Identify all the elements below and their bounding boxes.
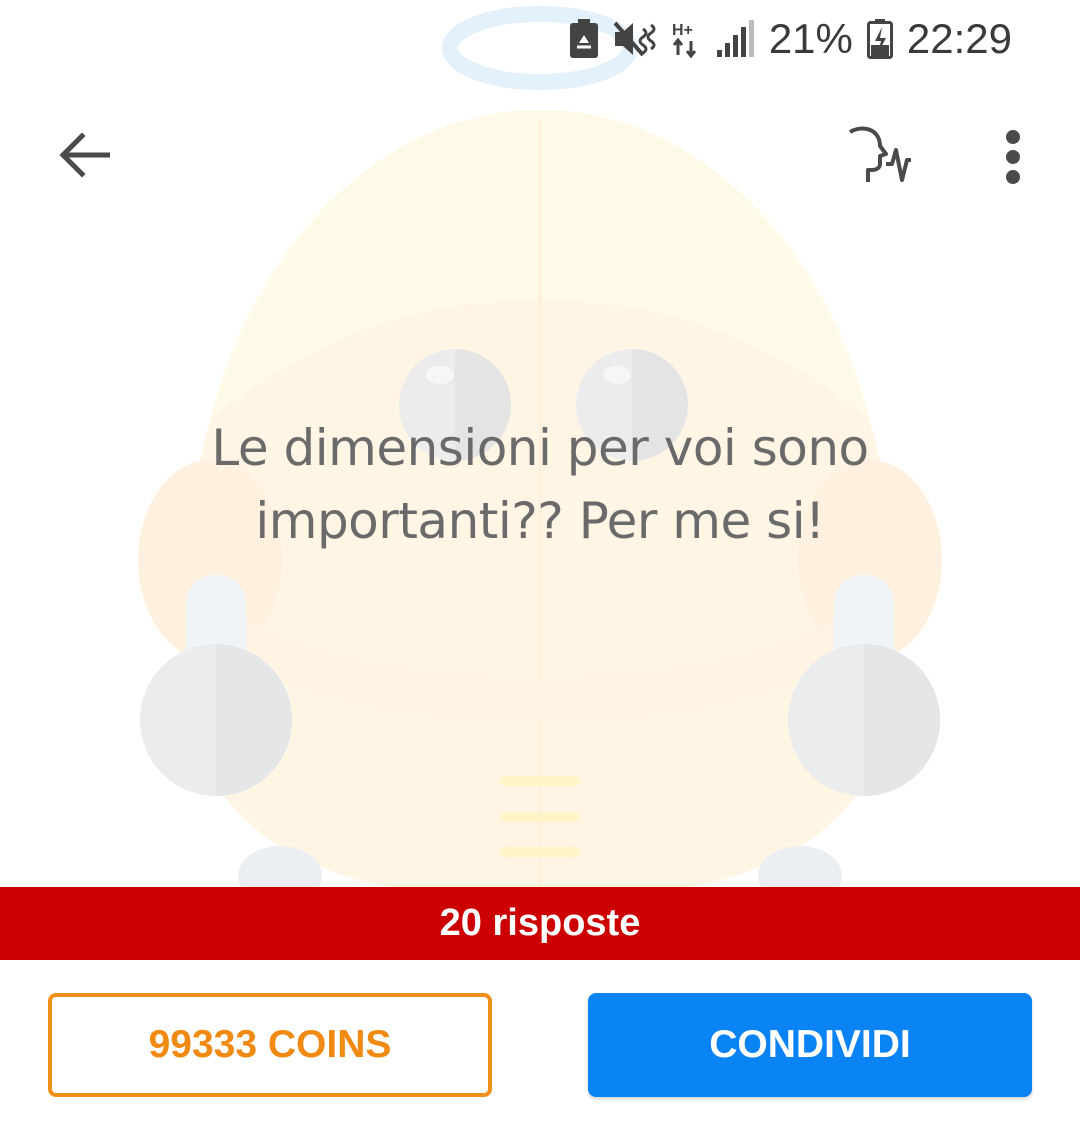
battery-percent: 21%: [768, 15, 853, 62]
coins-button[interactable]: 99333 COINS: [48, 993, 492, 1097]
share-button[interactable]: CONDIVIDI: [588, 993, 1032, 1097]
battery-charging-icon: [866, 19, 893, 59]
back-arrow-icon: [59, 132, 110, 178]
more-vertical-icon: [1006, 130, 1020, 184]
signal-icon: [716, 20, 754, 57]
status-bar: H+ 21% 22:29: [0, 0, 1080, 78]
app-screen: H+ 21% 22:29 Le dimensioni per voi sono …: [0, 0, 1080, 1123]
back-button[interactable]: [44, 112, 124, 198]
battery-saver-icon: [569, 19, 598, 58]
network-hplus-icon: H+: [672, 22, 696, 59]
voice-speak-icon: [849, 126, 911, 182]
more-options-button[interactable]: [980, 114, 1046, 200]
answers-count-bar[interactable]: 20 risposte: [0, 887, 1080, 960]
svg-text:H+: H+: [672, 22, 693, 39]
clock: 22:29: [906, 15, 1012, 62]
mute-icon: [613, 21, 656, 57]
voice-read-button[interactable]: [834, 114, 920, 200]
status-icons: H+ 21% 22:29: [569, 14, 1012, 64]
question-text: Le dimensioni per voi sono importanti?? …: [211, 419, 869, 550]
